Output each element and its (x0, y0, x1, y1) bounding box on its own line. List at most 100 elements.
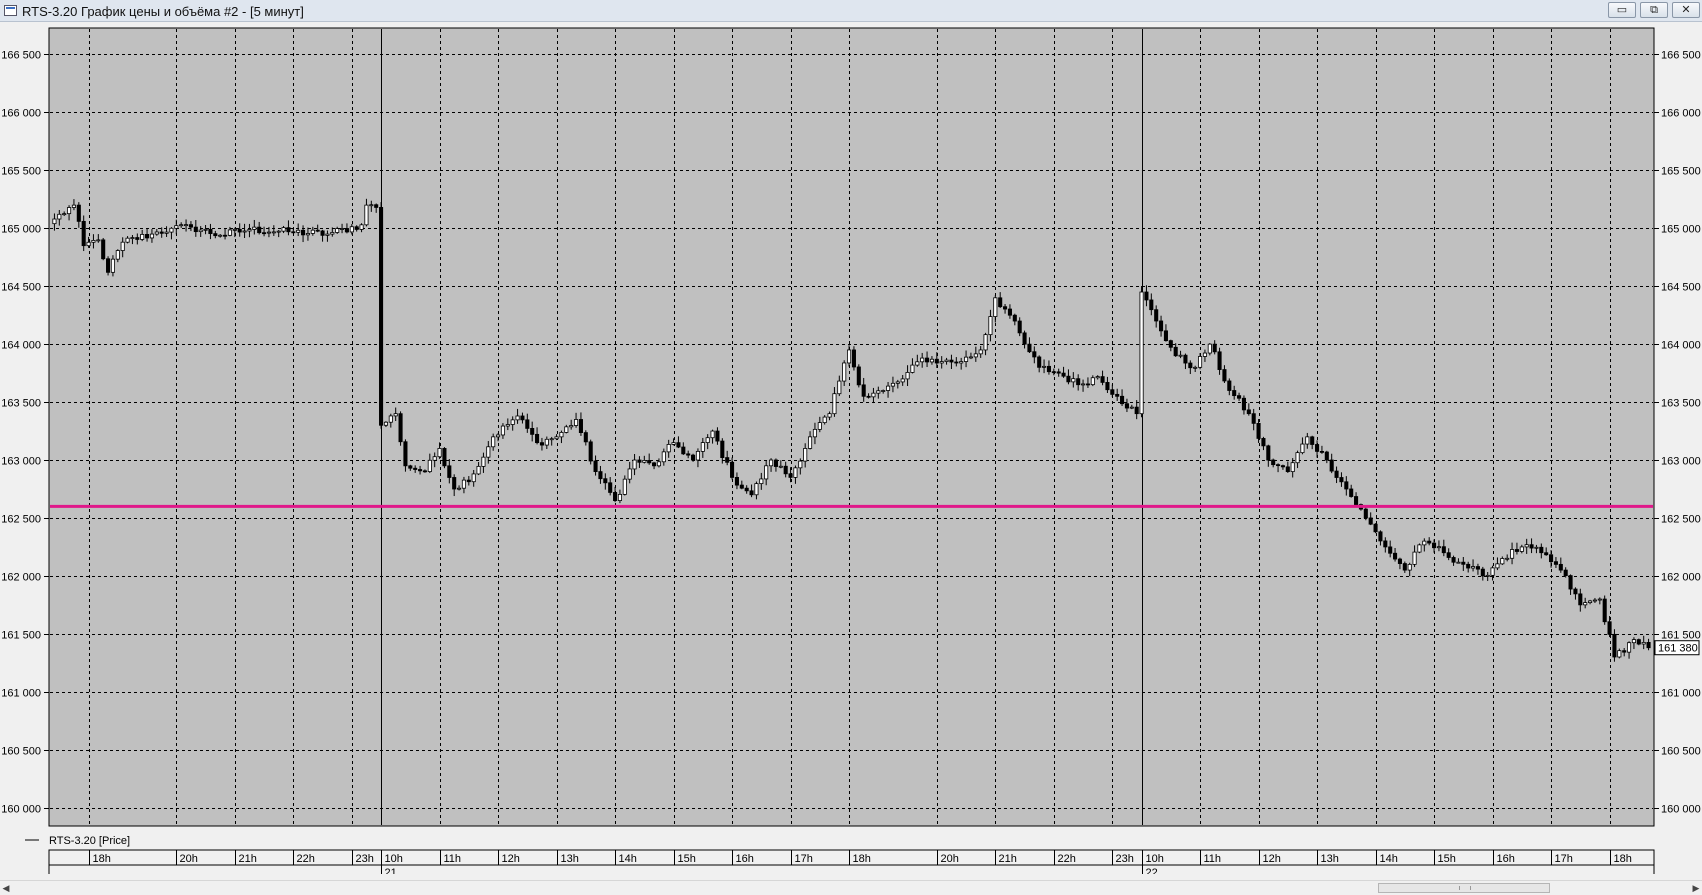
candle-body (466, 479, 471, 483)
candle-body (388, 415, 393, 423)
candle-body (179, 224, 184, 227)
candle-body (539, 442, 544, 446)
candle-body (769, 459, 774, 467)
candle-body (603, 478, 608, 484)
candle-body (115, 250, 120, 260)
candle-body (1305, 436, 1310, 445)
restore-button[interactable]: ⧉ (1640, 2, 1668, 18)
candle-body (1027, 343, 1032, 353)
candle-body (661, 451, 666, 463)
hour-label: 20h (941, 853, 959, 865)
y-tick-label-right: 164 000 (1661, 340, 1701, 352)
candle-body (354, 226, 359, 230)
candle-body (1631, 639, 1636, 644)
candle-body (686, 453, 691, 456)
candle-body (920, 357, 925, 363)
candle-body (1344, 481, 1349, 490)
close-button[interactable]: ✕ (1672, 2, 1700, 18)
y-tick-label-left: 161 000 (1, 688, 41, 700)
y-tick-label-right: 165 000 (1661, 224, 1701, 236)
candle-body (359, 224, 364, 230)
candle-body (744, 487, 749, 492)
candle-body (564, 426, 569, 433)
candle-body (1300, 443, 1305, 454)
candle-body (652, 462, 657, 467)
candle-body (340, 228, 345, 230)
candle-body (120, 241, 125, 251)
candle-body (505, 424, 510, 427)
candle-body (700, 442, 705, 452)
hour-axis-row (48, 849, 1655, 866)
y-tick-label-right: 166 000 (1661, 108, 1701, 120)
candle-body (1588, 600, 1593, 604)
scroll-right-arrow-icon[interactable]: ▶ (1690, 881, 1702, 895)
candle-body (1485, 574, 1490, 577)
candle-body (193, 226, 198, 233)
candle-body (832, 393, 837, 415)
candle-body (500, 425, 505, 436)
candle-body (427, 459, 432, 473)
hour-label: 11h (1204, 853, 1222, 865)
y-tick-label-left: 164 500 (1, 282, 41, 294)
candle-body (1222, 369, 1227, 382)
candle-body (934, 358, 939, 364)
candle-body (691, 454, 696, 461)
candle-body (1461, 561, 1466, 565)
horizontal-scrollbar[interactable]: ◀ ▶ (0, 880, 1702, 895)
candle-body (1573, 588, 1578, 595)
candle-body (1183, 354, 1188, 364)
time-axis: 18h 20h 21h 22h 23h 10h 11h 12h 13h 14h 15h 16h 17h 1… (48, 849, 1655, 880)
candle-body (1037, 356, 1042, 368)
candle-body (1617, 650, 1622, 658)
candle-body (310, 229, 315, 234)
plot-area[interactable] (48, 27, 1655, 827)
hour-label: 17h (1555, 853, 1573, 865)
candle-body (1159, 320, 1164, 332)
candle-body (213, 233, 218, 237)
candle-body (817, 422, 822, 430)
candle-body (871, 392, 876, 398)
price-chart[interactable]: 160 000 160 000 160 500 160 500 161 000 161 0… (0, 22, 1702, 880)
candle-body (1232, 390, 1237, 397)
candle-body (1012, 314, 1017, 322)
candle-body (905, 372, 910, 380)
legend-label: RTS-3.20 [Price] (49, 835, 130, 847)
minimize-button[interactable]: ▭ (1608, 2, 1636, 18)
candle-body (1193, 366, 1198, 369)
candle-body (62, 213, 67, 216)
candle-body (778, 465, 783, 468)
candle-body (1622, 650, 1627, 653)
candle-body (86, 241, 91, 247)
candle-body (1178, 354, 1183, 357)
candle-body (1129, 406, 1134, 409)
candle-body (720, 440, 725, 458)
candle-body (1115, 393, 1120, 397)
candle-body (798, 460, 803, 469)
candle-body (583, 432, 588, 443)
candle-body (271, 231, 276, 234)
window-title: RTS-3.20 График цены и объёма #2 - [5 ми… (22, 4, 304, 19)
candle-body (442, 448, 447, 467)
candle-body (1456, 561, 1461, 564)
candle-body (925, 357, 930, 363)
y-tick-label-right: 161 000 (1661, 688, 1701, 700)
candle-body (1315, 444, 1320, 452)
scroll-left-arrow-icon[interactable]: ◀ (0, 881, 12, 895)
candle-body (208, 228, 213, 235)
y-tick-label-left: 162 500 (1, 514, 41, 526)
candle-body (1134, 406, 1139, 415)
candle-body (374, 204, 379, 208)
candle-body (1310, 436, 1315, 445)
candle-body (1417, 544, 1422, 553)
y-tick-label-right: 161 500 (1661, 630, 1701, 642)
candle-body (1378, 531, 1383, 542)
candle-body (140, 234, 145, 240)
candle-body (515, 415, 520, 421)
candle-body (349, 226, 354, 233)
candle-body (681, 446, 686, 455)
candle-body (1280, 465, 1285, 468)
candle-body (1198, 356, 1203, 368)
candle-body (432, 456, 437, 461)
candle-body (812, 428, 817, 438)
scrollbar-thumb[interactable] (1378, 883, 1550, 893)
